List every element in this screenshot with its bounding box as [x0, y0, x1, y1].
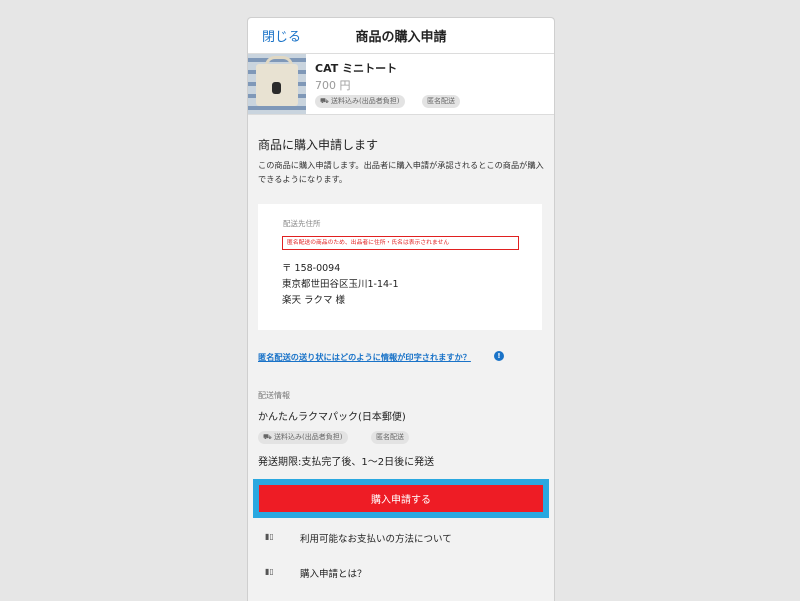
request-description: この商品に購入申請します。出品者に購入申請が承認されるとこの商品が購入できるよう… [258, 160, 544, 184]
shipping-method: かんたんラクマパック(日本郵便) [258, 412, 406, 423]
address-postal: 〒 158-0094 [282, 263, 341, 274]
header-bar: 閉じる 商品の購入申請 [248, 18, 554, 54]
buy-button-highlight: 購入申請する [253, 479, 549, 518]
help-link-label: 購入申請とは？ [300, 569, 367, 580]
shipping-deadline: 発送期限:支払完了後、1〜2日後に発送 [258, 457, 435, 468]
book-icon: ▮▯ [265, 532, 274, 541]
truck-icon: ⛟ [263, 433, 272, 441]
product-price: 700 円 [315, 79, 351, 92]
request-title: 商品に購入申請します [258, 138, 379, 152]
product-summary: CAT ミニトート 700 円 ⛟ 送料込み(出品者負担) 匿名配送 [248, 54, 554, 115]
address-street: 東京都世田谷区玉川1-14-1 [282, 279, 399, 290]
help-link-what-is-request[interactable]: ▮▯ 購入申請とは？ [248, 561, 554, 585]
tag-shipping-included: ⛟ 送料込み(出品者負担) [258, 431, 348, 444]
shipping-address-card: 配送先住所 匿名配送の商品のため、出品者に住所・氏名は表示されません 〒 158… [258, 204, 542, 330]
product-thumbnail [248, 54, 306, 114]
info-icon[interactable]: ! [494, 351, 504, 361]
product-name: CAT ミニトート [315, 62, 398, 75]
truck-icon: ⛟ [320, 97, 329, 105]
address-name: 楽天 ラクマ 様 [282, 295, 346, 306]
page-title: 商品の購入申請 [355, 30, 447, 45]
tag-anonymous-shipping: 匿名配送 [422, 95, 460, 108]
tag-shipping-included: ⛟ 送料込み(出品者負担) [315, 95, 405, 108]
modal-panel: 閉じる 商品の購入申請 CAT ミニトート 700 円 ⛟ 送料込み(出品者負担… [247, 17, 555, 601]
shipping-info-label: 配送情報 [258, 391, 290, 400]
tag-anonymous-shipping: 匿名配送 [371, 431, 409, 444]
anonymous-warning: 匿名配送の商品のため、出品者に住所・氏名は表示されません [282, 236, 519, 250]
purchase-request-button[interactable]: 購入申請する [259, 485, 543, 512]
address-label: 配送先住所 [283, 219, 321, 228]
help-link-payment-methods[interactable]: ▮▯ 利用可能なお支払いの方法について [248, 526, 554, 550]
help-link-label: 利用可能なお支払いの方法について [300, 534, 452, 545]
book-icon: ▮▯ [265, 567, 274, 576]
anonymous-label-info-link[interactable]: 匿名配送の送り状にはどのように情報が印字されますか？ [258, 351, 471, 363]
